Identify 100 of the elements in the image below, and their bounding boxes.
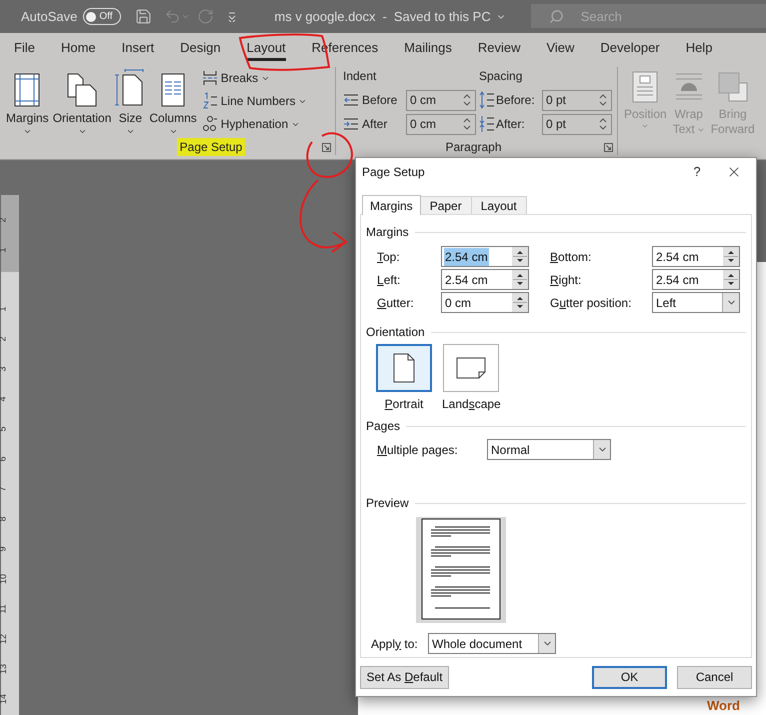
caret-icon[interactable] — [126, 127, 135, 136]
field-value: 2.54 cm — [444, 248, 489, 266]
ribbon-tab[interactable]: File — [14, 35, 35, 61]
title-separator: - — [382, 8, 387, 26]
spinner-icon[interactable] — [512, 293, 528, 312]
breaks-icon — [202, 70, 218, 86]
spin-field[interactable]: 2.54 cm — [652, 269, 740, 290]
ribbon-tab[interactable]: Help — [686, 35, 712, 61]
ruler-number: 9 — [0, 546, 9, 552]
dialog-button[interactable]: Cancel — [677, 666, 752, 688]
indent-after-icon — [343, 117, 359, 131]
ruler-number: 1 — [0, 248, 9, 252]
section-heading: Preview — [366, 495, 409, 512]
spinner-icon[interactable] — [723, 270, 739, 289]
spacing-field[interactable]: 0 pt — [542, 114, 612, 134]
spinner-icon[interactable] — [599, 93, 607, 107]
dialog-button[interactable]: OK — [592, 666, 667, 688]
dialog-tab[interactable]: Margins — [362, 195, 421, 215]
spacing-after-icon — [479, 115, 495, 133]
help-button[interactable]: ? — [682, 162, 712, 182]
ruler-number: 2 — [0, 336, 9, 342]
orientation-option[interactable]: Portrait — [376, 344, 432, 413]
ruler-number: 11 — [0, 604, 9, 614]
apply-to-dropdown[interactable]: Whole document — [428, 633, 556, 654]
field-label: After — [362, 116, 388, 133]
caret-icon[interactable] — [78, 127, 87, 136]
ribbon-tab[interactable]: Insert — [122, 35, 154, 61]
ribbon-button[interactable]: Breaks — [202, 68, 308, 88]
indent-field[interactable]: 0 cm — [406, 114, 476, 134]
field-label: Multiple pages: — [377, 442, 459, 458]
caret-icon[interactable] — [22, 127, 32, 136]
line-numbers-icon — [202, 92, 218, 110]
ruler-number: 14 — [0, 694, 9, 704]
ruler-number: 12 — [0, 634, 9, 644]
dialog-tab[interactable]: Layout — [472, 196, 527, 214]
ribbon-tab[interactable]: Home — [60, 35, 96, 61]
ruler-number: 3 — [0, 366, 9, 372]
document-title: ms v google.docx — [274, 8, 376, 26]
spin-field[interactable]: 2.54 cm — [441, 246, 529, 267]
hyphenation-icon — [202, 115, 218, 133]
ribbon-tab[interactable]: Mailings — [404, 35, 452, 61]
orientation-option[interactable]: Landscape — [442, 344, 501, 413]
spinner-icon[interactable] — [463, 93, 471, 107]
group-heading: Indent — [343, 68, 378, 85]
group-label: Page Setup — [176, 138, 246, 156]
field-label: Gutter position: — [550, 294, 632, 312]
autosave-toggle[interactable]: Off — [83, 8, 122, 25]
search-icon — [548, 9, 564, 24]
ribbon-tab[interactable]: Design — [180, 35, 221, 61]
spinner-icon[interactable] — [512, 247, 528, 266]
ribbon-button[interactable]: Orientation — [50, 67, 114, 139]
indent-field[interactable]: 0 cm — [406, 90, 476, 110]
ribbon-button[interactable]: Line Numbers — [202, 91, 308, 111]
ribbon-tab[interactable]: View — [546, 35, 574, 61]
ribbon-button[interactable]: Margins — [4, 67, 51, 139]
dialog-launcher-icon[interactable] — [322, 142, 331, 152]
save-icon[interactable] — [135, 8, 152, 25]
ruler-number: 10 — [0, 574, 9, 584]
indent-before-icon — [343, 93, 359, 107]
spinner-icon[interactable] — [723, 247, 739, 266]
field-label: Right: — [550, 272, 582, 288]
spacing-field[interactable]: 0 pt — [542, 90, 612, 110]
field-value: 0 cm — [444, 294, 472, 312]
ribbon-button[interactable]: Hyphenation — [202, 114, 308, 134]
ruler-number: 6 — [0, 456, 9, 462]
spin-field[interactable]: 2.54 cm — [441, 269, 529, 290]
spinner-icon[interactable] — [512, 270, 528, 289]
field-label: After: — [496, 116, 526, 133]
document-text: Word — [707, 699, 740, 713]
dialog-tab[interactable]: Paper — [420, 196, 472, 214]
ribbon-button[interactable]: Columns — [147, 67, 199, 139]
field-value: 2.54 cm — [655, 272, 700, 288]
ruler-number: 4 — [0, 396, 9, 402]
field-value: Left — [655, 294, 678, 312]
ribbon-tab[interactable]: Developer — [600, 35, 660, 61]
ribbon-button[interactable]: Size — [113, 67, 148, 139]
page-preview-icon — [416, 517, 506, 623]
ruler-number: 7 — [0, 486, 9, 492]
spinner-icon[interactable] — [463, 117, 471, 131]
dialog-launcher-icon[interactable] — [604, 142, 614, 152]
caret-icon[interactable] — [168, 127, 178, 136]
field-label: Gutter: — [377, 294, 415, 312]
ruler-number: 5 — [0, 426, 9, 432]
dropdown[interactable]: Left — [652, 292, 740, 313]
wrap-text-icon — [674, 71, 704, 101]
autosave-label: AutoSave — [21, 8, 78, 26]
dialog-title: Page Setup — [362, 164, 426, 181]
spinner-icon[interactable] — [599, 117, 607, 131]
ruler-number: 13 — [0, 664, 9, 674]
multiple-pages-dropdown[interactable]: Normal — [487, 439, 611, 460]
ruler-number: 1 — [0, 306, 9, 312]
field-label: Before: — [496, 92, 536, 109]
group-label: Paragraph — [445, 139, 502, 156]
margins-icon — [14, 73, 40, 107]
customize-toolbar-icon[interactable] — [227, 12, 238, 22]
ribbon-tab[interactable]: Review — [478, 35, 520, 61]
dialog-button[interactable]: Set As Default — [360, 666, 449, 688]
spin-field[interactable]: 0 cm — [441, 292, 529, 313]
ruler-number: 2 — [0, 218, 9, 222]
spin-field[interactable]: 2.54 cm — [652, 246, 740, 267]
